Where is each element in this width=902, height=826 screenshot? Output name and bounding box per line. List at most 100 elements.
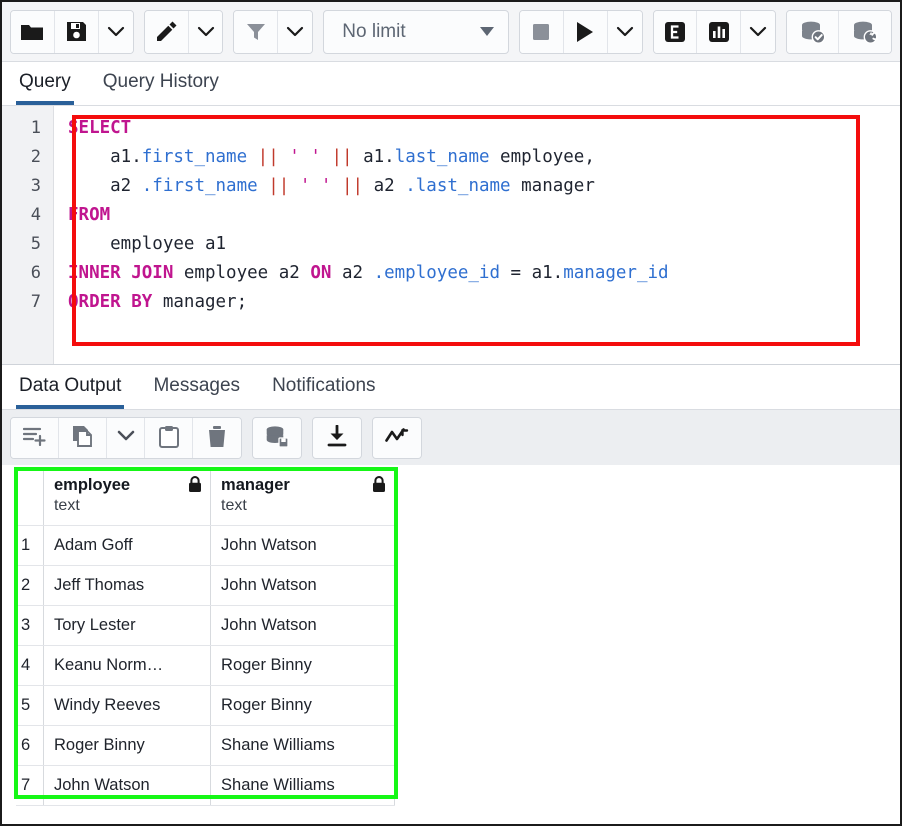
stop-button[interactable]: [520, 11, 564, 53]
commit-icon: [800, 20, 826, 44]
code-token: [258, 176, 269, 196]
paste-button[interactable]: [145, 418, 193, 458]
edit-options-button[interactable]: [189, 11, 223, 53]
code-token: [331, 176, 342, 196]
code-token: SELECT: [68, 118, 131, 138]
line-number: 1: [2, 114, 53, 143]
table-row[interactable]: 4Keanu Norm…Roger Binny: [16, 645, 395, 685]
sql-editor[interactable]: 1234567 SELECT a1.first_name || ' ' || a…: [2, 106, 900, 364]
row-limit-select[interactable]: No limit: [323, 10, 509, 54]
graph-visualiser-button[interactable]: [373, 418, 421, 458]
row-edit-group: [10, 417, 242, 459]
file-group: [10, 10, 134, 54]
table-row[interactable]: 3Tory LesterJohn Watson: [16, 605, 395, 645]
filter-funnel-icon: [245, 21, 267, 43]
execute-button[interactable]: [564, 11, 608, 53]
open-file-icon: [20, 22, 44, 42]
code-token: [321, 147, 332, 167]
filter-button[interactable]: [234, 11, 278, 53]
code-token: [247, 147, 258, 167]
tab-query[interactable]: Query: [16, 71, 74, 105]
explain-button[interactable]: [654, 11, 698, 53]
row-limit-value: No limit: [342, 21, 405, 43]
row-number-cell: 3: [16, 605, 43, 645]
save-data-changes-button[interactable]: [253, 418, 301, 458]
code-line: INNER JOIN employee a2 ON a2 .employee_i…: [68, 259, 900, 288]
cell-employee[interactable]: Keanu Norm…: [43, 645, 210, 685]
execute-options-button[interactable]: [608, 11, 642, 53]
cell-manager[interactable]: Shane Williams: [211, 725, 395, 765]
cell-employee[interactable]: Windy Reeves: [43, 685, 210, 725]
table-row[interactable]: 6Roger BinnyShane Williams: [16, 725, 395, 765]
play-triangle-icon: [575, 21, 595, 43]
cell-manager[interactable]: Shane Williams: [211, 765, 395, 805]
cell-employee[interactable]: Jeff Thomas: [43, 565, 210, 605]
copy-button[interactable]: [59, 418, 107, 458]
column-header-employee[interactable]: employee text: [43, 469, 210, 525]
code-token: .first_name: [142, 176, 258, 196]
code-token: a1.: [68, 147, 142, 167]
code-token: employee a1: [68, 234, 226, 254]
code-token: ' ': [289, 147, 321, 167]
row-number-cell: 4: [16, 645, 43, 685]
code-token: .employee_id: [374, 263, 500, 283]
cell-manager[interactable]: John Watson: [211, 565, 395, 605]
results-toolbar: [2, 410, 900, 465]
open-file-button[interactable]: [11, 11, 55, 53]
cell-employee[interactable]: John Watson: [43, 765, 210, 805]
table-row[interactable]: 2Jeff ThomasJohn Watson: [16, 565, 395, 605]
chevron-down-icon: [107, 26, 125, 38]
code-token: INNER JOIN: [68, 263, 173, 283]
filter-options-button[interactable]: [278, 11, 312, 53]
chevron-down-icon: [749, 26, 767, 38]
cell-manager[interactable]: Roger Binny: [211, 645, 395, 685]
download-group: [312, 417, 362, 459]
code-token: = a1.: [500, 263, 563, 283]
query-tab-bar: Query Query History: [2, 62, 900, 106]
cell-employee[interactable]: Adam Goff: [43, 525, 210, 565]
code-line: FROM: [68, 201, 900, 230]
code-token: employee,: [490, 147, 595, 167]
edit-button[interactable]: [145, 11, 189, 53]
cell-employee[interactable]: Roger Binny: [43, 725, 210, 765]
cell-employee[interactable]: Tory Lester: [43, 605, 210, 645]
code-token: [289, 176, 300, 196]
table-row[interactable]: 7John WatsonShane Williams: [16, 765, 395, 805]
tab-notifications[interactable]: Notifications: [269, 375, 379, 409]
tab-messages[interactable]: Messages: [150, 375, 243, 409]
transaction-group: [786, 10, 892, 54]
download-csv-button[interactable]: [313, 418, 361, 458]
add-row-button[interactable]: [11, 418, 59, 458]
row-number-cell: 7: [16, 765, 43, 805]
cell-manager[interactable]: Roger Binny: [211, 685, 395, 725]
output-tab-bar: Data Output Messages Notifications: [2, 364, 900, 410]
cell-manager[interactable]: John Watson: [211, 605, 395, 645]
table-row[interactable]: 5Windy ReevesRoger Binny: [16, 685, 395, 725]
graph-visualiser-icon: [385, 427, 409, 448]
commit-button[interactable]: [787, 11, 839, 53]
table-row[interactable]: 1Adam GoffJohn Watson: [16, 525, 395, 565]
save-file-button[interactable]: [55, 11, 99, 53]
column-header-manager[interactable]: manager text: [211, 469, 395, 525]
save-data-group: [252, 417, 302, 459]
rollback-button[interactable]: [839, 11, 891, 53]
sql-code-text[interactable]: SELECT a1.first_name || ' ' || a1.last_n…: [54, 106, 900, 364]
explain-analyze-button[interactable]: [697, 11, 741, 53]
code-token: a2: [68, 176, 142, 196]
rollback-icon: [852, 20, 878, 44]
code-line: a1.first_name || ' ' || a1.last_name emp…: [68, 143, 900, 172]
editor-line-numbers: 1234567: [2, 106, 54, 364]
row-number-cell: 1: [16, 525, 43, 565]
code-token: ORDER BY: [68, 292, 152, 312]
tab-data-output[interactable]: Data Output: [16, 375, 124, 409]
column-type: text: [54, 497, 130, 515]
delete-row-button[interactable]: [193, 418, 241, 458]
code-token: FROM: [68, 205, 110, 225]
cell-manager[interactable]: John Watson: [211, 525, 395, 565]
row-number-cell: 2: [16, 565, 43, 605]
code-token: first_name: [142, 147, 247, 167]
save-file-options-button[interactable]: [99, 11, 133, 53]
explain-options-button[interactable]: [741, 11, 775, 53]
copy-options-button[interactable]: [107, 418, 145, 458]
tab-query-history[interactable]: Query History: [100, 71, 222, 105]
